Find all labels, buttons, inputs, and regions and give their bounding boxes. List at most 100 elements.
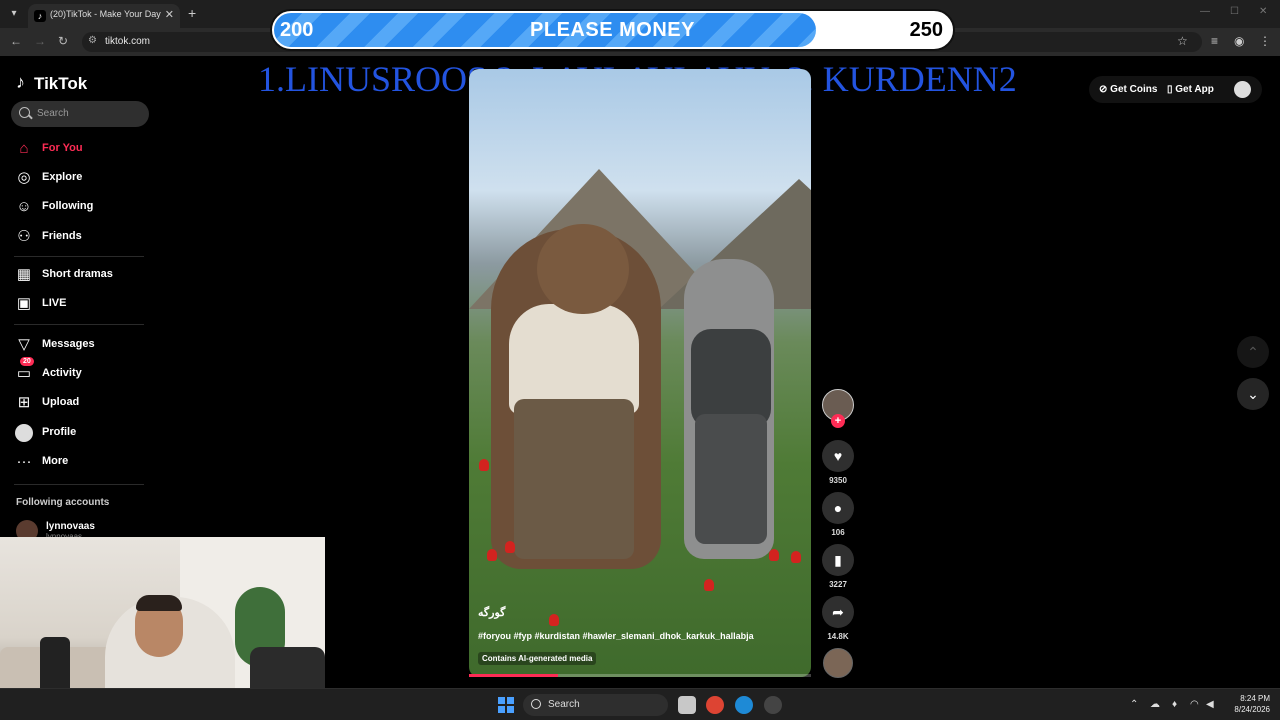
tiktok-note-icon: ♪ — [16, 72, 25, 92]
like-button[interactable]: ♥ — [822, 440, 854, 472]
microphone-icon[interactable]: ♦ — [1172, 699, 1177, 710]
video-progress-bar[interactable] — [469, 674, 811, 677]
user-avatar[interactable] — [1234, 81, 1251, 98]
sidebar-item-profile[interactable]: Profile — [14, 423, 144, 443]
following-account-name: lynnovaas — [46, 521, 95, 532]
following-accounts-title: Following accounts — [16, 497, 110, 508]
sidebar-item-label: Profile — [42, 426, 77, 438]
tiktok-favicon-icon: ♪ — [34, 10, 46, 22]
video-bear-pants — [514, 399, 634, 559]
sidebar-item-following[interactable]: ☺ Following — [14, 197, 144, 217]
window-maximize-button[interactable]: ☐ — [1230, 6, 1239, 17]
comment-button[interactable]: ● — [822, 492, 854, 524]
search-input[interactable]: Search — [11, 101, 149, 127]
chevron-up-icon: ⌃ — [1247, 344, 1259, 360]
sidebar-item-more[interactable]: ··· More — [14, 452, 144, 472]
sidebar-item-upload[interactable]: ⊞ Upload — [14, 393, 144, 413]
avatar-icon — [15, 424, 33, 442]
taskbar-search-label: Search — [548, 699, 580, 710]
top-actions-bar: ⊘ Get Coins ▯ Get App — [1089, 76, 1262, 103]
clock-date[interactable]: 8/24/2026 — [1220, 705, 1270, 714]
windows-taskbar: Search ⌃ ☁ ♦ ◠ ◀ 8:24 PM 8/24/2026 — [0, 688, 1280, 720]
sidebar-item-short-dramas[interactable]: ▦ Short dramas — [14, 265, 144, 285]
sidebar-item-for-you[interactable]: ⌂ For You — [14, 139, 144, 159]
follow-plus-button[interactable]: + — [831, 414, 845, 428]
share-button[interactable]: ➦ — [822, 596, 854, 628]
taskbar-search[interactable]: Search — [523, 694, 668, 716]
logo-text: TikTok — [34, 74, 88, 93]
tab-title: (20)TikTok - Make Your Day — [50, 9, 161, 19]
tray-chevron-up-icon[interactable]: ⌃ — [1130, 699, 1138, 710]
video-caption[interactable]: #foryou #fyp #kurdistan #hawler_slemani_… — [478, 631, 754, 641]
next-video-button[interactable]: ⌄ — [1237, 378, 1269, 410]
tab-close-icon[interactable]: ✕ — [165, 8, 174, 21]
sidebar-item-label: Friends — [42, 230, 82, 242]
video-tulip — [487, 549, 497, 561]
sidebar-divider — [14, 484, 144, 485]
cloud-icon[interactable]: ☁ — [1150, 699, 1160, 710]
friends-icon: ⚇ — [17, 228, 31, 245]
back-arrow-icon[interactable]: ← — [10, 34, 22, 48]
video-tulip — [769, 549, 779, 561]
stream-goal-bar: 200 PLEASE MONEY 250 — [270, 9, 955, 51]
live-icon: ▣ — [16, 295, 32, 312]
video-tulip — [549, 614, 559, 626]
sidebar-divider — [14, 256, 144, 257]
share-arrow-icon: ➦ — [832, 604, 844, 620]
bookmark-star-icon[interactable]: ☆ — [1177, 34, 1188, 48]
sidebar-item-label: More — [42, 455, 69, 467]
edge-icon[interactable] — [735, 696, 753, 714]
profile-icon[interactable]: ◉ — [1234, 34, 1244, 48]
video-wolf-pants — [695, 414, 767, 544]
ai-generated-label: Contains AI-generated media — [478, 652, 597, 665]
get-app-button[interactable]: ▯ Get App — [1167, 84, 1214, 95]
video-bear-shirt — [509, 304, 639, 414]
plus-square-icon: ⊞ — [17, 394, 31, 411]
browser-tab[interactable]: ♪ (20)TikTok - Make Your Day ✕ — [28, 4, 180, 28]
search-icon — [19, 107, 30, 118]
sidebar-item-friends[interactable]: ⚇ Friends — [14, 227, 144, 247]
obs-icon[interactable] — [764, 696, 782, 714]
comment-count: 106 — [831, 528, 845, 537]
get-coins-button[interactable]: ⊘ Get Coins — [1099, 84, 1157, 95]
chrome-icon[interactable] — [706, 696, 724, 714]
search-placeholder: Search — [37, 108, 69, 119]
window-close-button[interactable]: ✕ — [1259, 6, 1267, 17]
previous-video-button[interactable]: ⌃ — [1237, 336, 1269, 368]
video-tulip — [505, 541, 515, 553]
reading-list-icon[interactable]: ≡ — [1211, 34, 1218, 48]
music-disc-avatar[interactable] — [823, 648, 853, 678]
tab-list-chevron-icon[interactable]: ▾ — [6, 6, 22, 22]
reload-icon[interactable]: ↻ — [58, 34, 68, 48]
sidebar-item-label: Upload — [42, 396, 80, 408]
sidebar-item-activity[interactable]: ▭ 20 Activity — [14, 357, 144, 384]
goal-target-value: 250 — [909, 19, 943, 41]
clock-time[interactable]: 8:24 PM — [1228, 694, 1270, 703]
new-tab-button[interactable]: + — [188, 5, 196, 21]
video-tulip — [791, 551, 801, 563]
sidebar-item-explore[interactable]: ◎ Explore — [14, 168, 144, 188]
video-author[interactable]: گورگە — [478, 606, 505, 619]
video-player[interactable]: گورگە #foryou #fyp #kurdistan #hawler_sl… — [469, 69, 811, 677]
window-minimize-button[interactable]: — — [1200, 6, 1210, 17]
volume-icon[interactable]: ◀ — [1206, 699, 1214, 710]
sidebar-item-label: Following — [42, 200, 94, 212]
forward-arrow-icon[interactable]: → — [34, 34, 46, 48]
save-button[interactable]: ▮ — [822, 544, 854, 576]
wifi-icon[interactable]: ◠ — [1190, 699, 1199, 710]
activity-badge: 20 — [20, 357, 34, 366]
browser-menu-icon[interactable]: ⋮ — [1259, 34, 1271, 48]
url-text: tiktok.com — [105, 36, 151, 47]
video-progress-fill — [469, 674, 558, 677]
windows-start-icon[interactable] — [498, 697, 514, 713]
sidebar-item-live[interactable]: ▣ LIVE — [14, 294, 144, 314]
comment-icon: ● — [833, 500, 843, 516]
video-tulip — [704, 579, 714, 591]
like-count: 9350 — [829, 476, 847, 485]
share-count: 14.8K — [827, 632, 849, 641]
sidebar-item-label: Activity — [42, 367, 82, 379]
site-info-icon[interactable]: ⚙ — [88, 35, 97, 46]
task-view-icon[interactable] — [678, 696, 696, 714]
inbox-icon: ▭ — [16, 365, 32, 382]
sidebar-item-messages[interactable]: ▽ Messages — [14, 335, 144, 355]
